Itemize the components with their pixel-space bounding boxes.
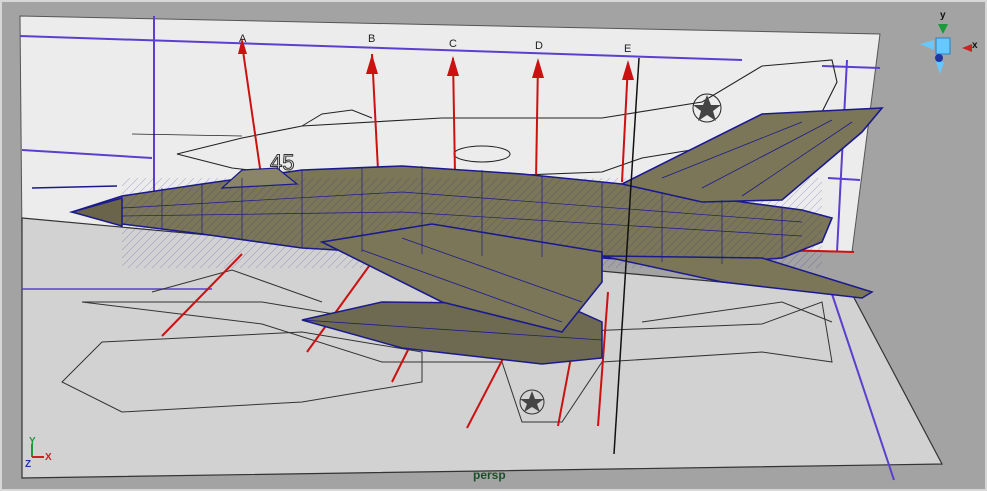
marker-d: D	[535, 40, 543, 52]
marker-a: A	[239, 33, 247, 45]
axis-x-label: X	[45, 452, 52, 463]
marker-b: B	[368, 33, 375, 45]
perspective-viewport[interactable]: 45 A B C D E y x Y X Z persp	[0, 0, 987, 491]
marker-e: E	[624, 43, 631, 55]
viewport-scene[interactable]: 45 A B C D E y x Y X Z	[2, 2, 987, 491]
axis-y-label: Y	[29, 436, 36, 447]
view-cube-y-label: y	[940, 10, 946, 21]
view-cube-x-label: x	[972, 40, 978, 51]
marker-c: C	[449, 38, 457, 50]
axis-z-label: Z	[25, 459, 31, 470]
view-cube-icon[interactable]: y x	[920, 10, 978, 74]
camera-label: persp	[473, 468, 506, 482]
